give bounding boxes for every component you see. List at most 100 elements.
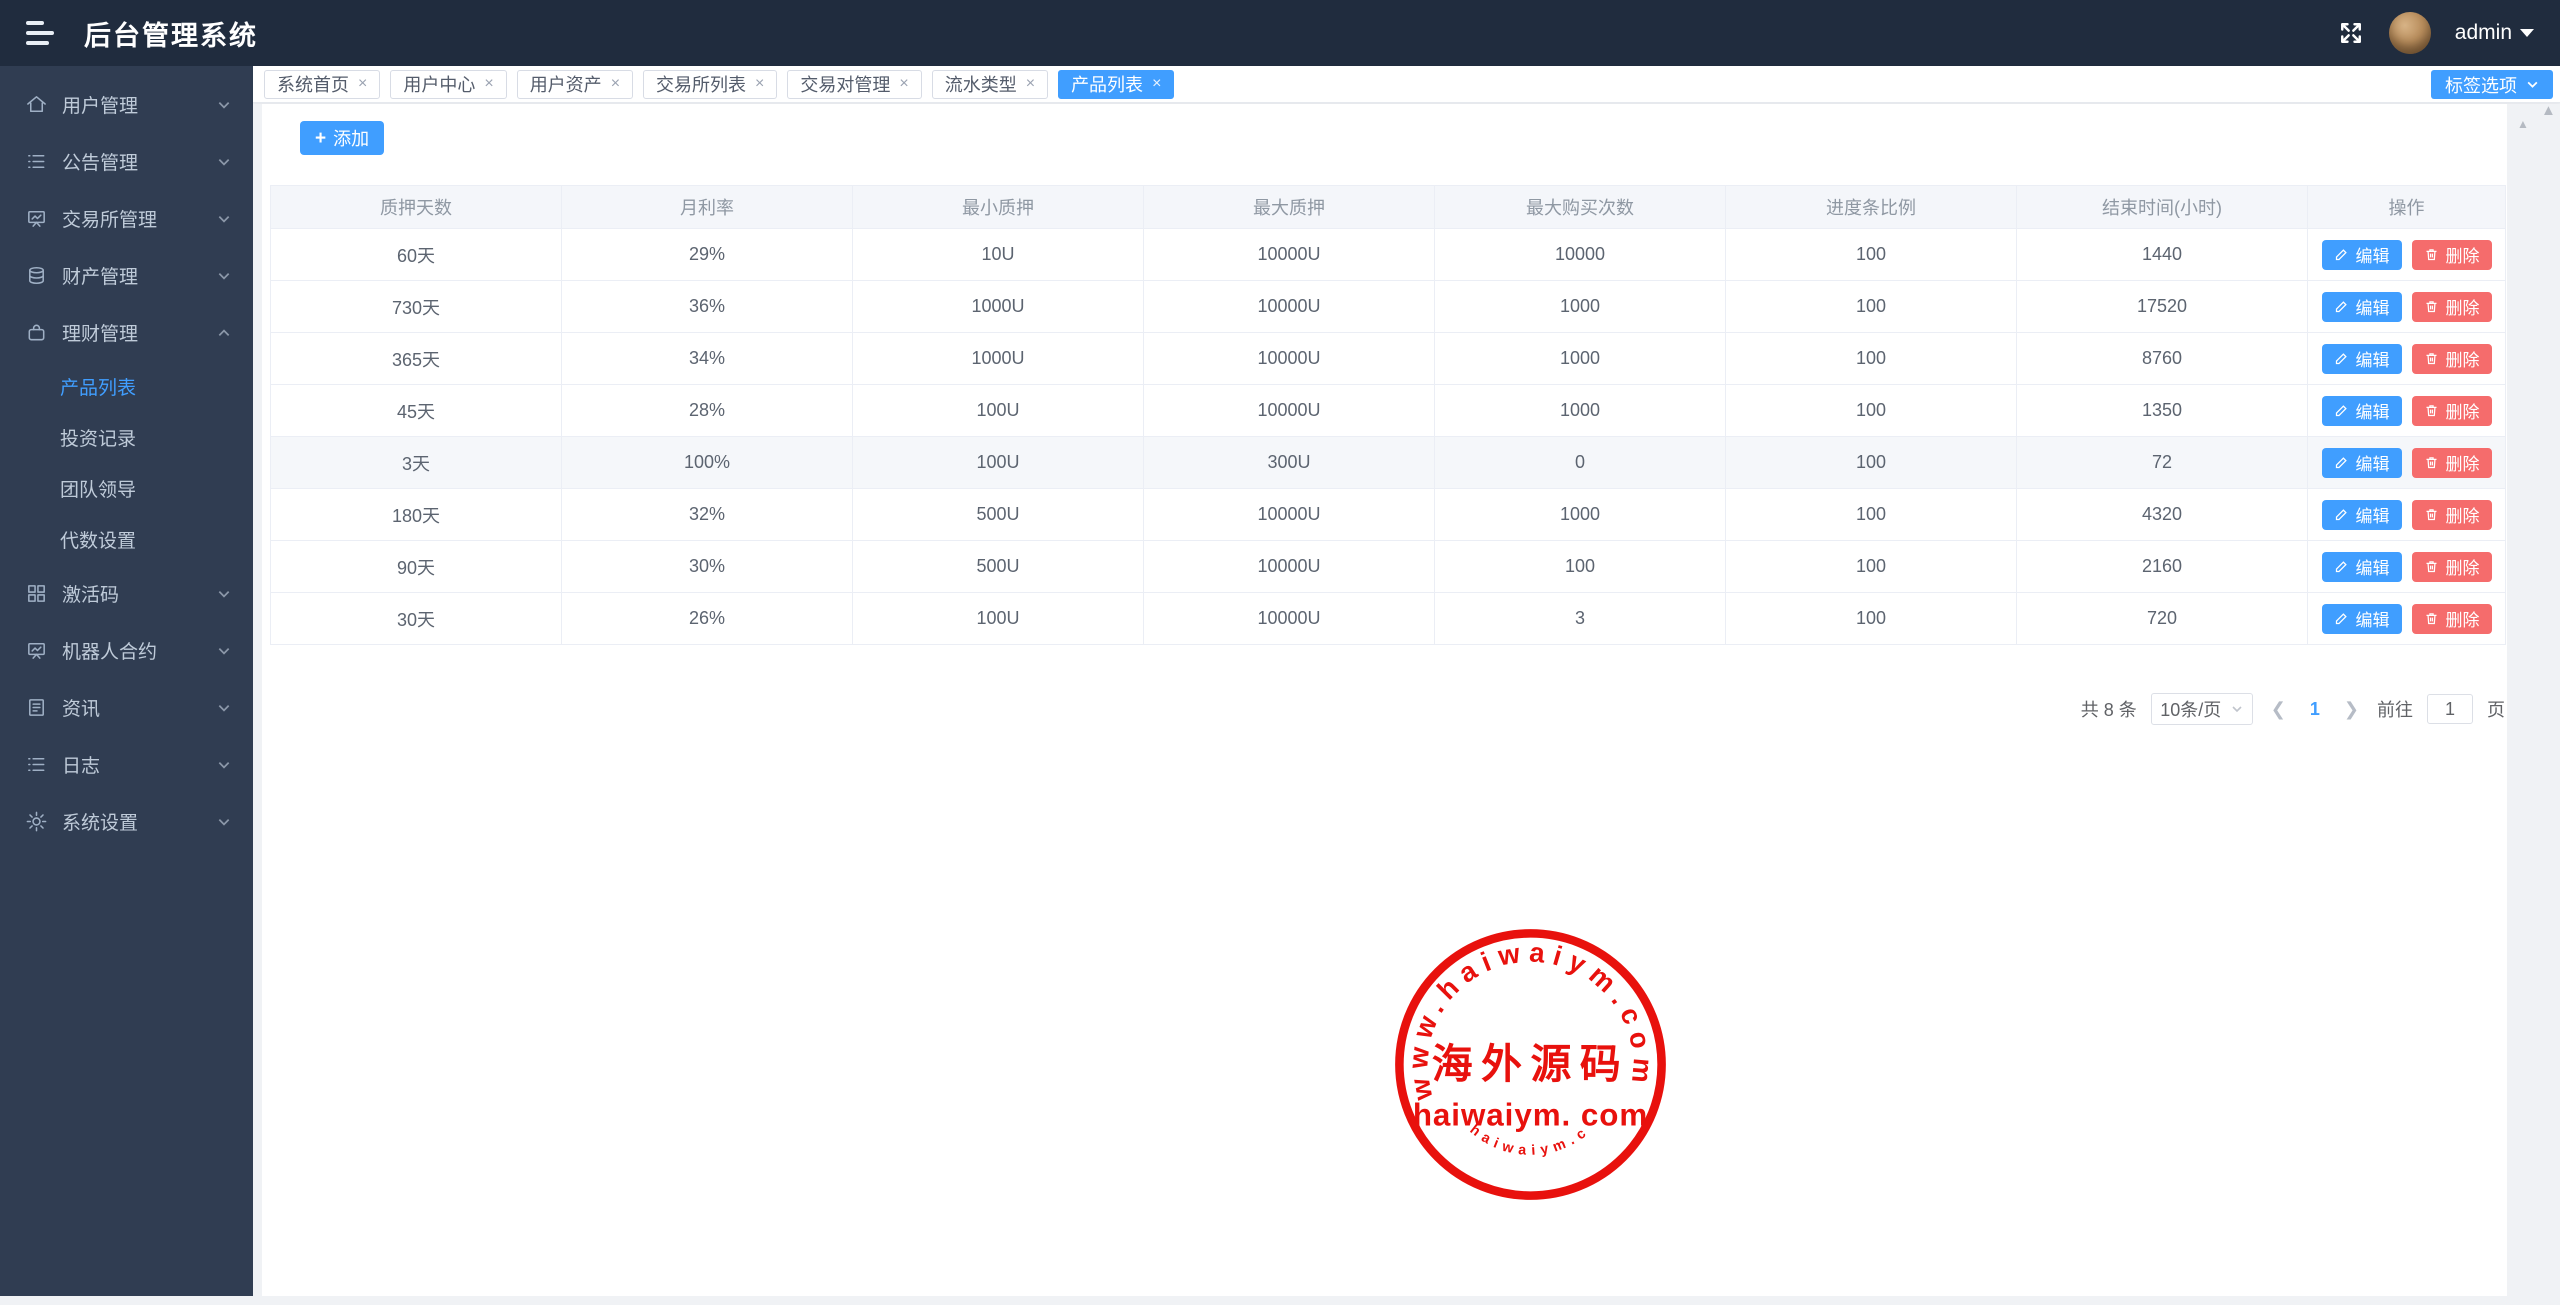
sidebar-item-finance-management[interactable]: 理财管理 bbox=[0, 304, 253, 361]
add-button[interactable]: + 添加 bbox=[300, 121, 384, 155]
sidebar-item-robot-contract[interactable]: 机器人合约 bbox=[0, 622, 253, 679]
page-size-select[interactable]: 10条/页 bbox=[2151, 693, 2253, 725]
edit-button[interactable]: 编辑 bbox=[2322, 604, 2402, 634]
sidebar-item-label: 日志 bbox=[62, 751, 217, 778]
edit-label: 编辑 bbox=[2356, 606, 2390, 631]
delete-button[interactable]: 删除 bbox=[2412, 500, 2492, 530]
edit-button[interactable]: 编辑 bbox=[2322, 240, 2402, 270]
table-row: 90天30%500U10000U1001002160编辑删除 bbox=[271, 541, 2506, 593]
delete-button[interactable]: 删除 bbox=[2412, 292, 2492, 322]
tab-exchange-list[interactable]: 交易所列表 × bbox=[643, 70, 777, 99]
table-cell: 10000U bbox=[1144, 489, 1435, 541]
table-cell: 100 bbox=[1726, 333, 2017, 385]
goto-page-input[interactable] bbox=[2427, 694, 2473, 724]
close-icon[interactable]: × bbox=[1026, 76, 1035, 92]
tabbar: 系统首页×用户中心×用户资产×交易所列表×交易对管理×流水类型×产品列表× 标签… bbox=[253, 66, 2560, 103]
tab-product-list[interactable]: 产品列表× bbox=[1058, 70, 1174, 99]
edit-button[interactable]: 编辑 bbox=[2322, 448, 2402, 478]
caret-down-icon bbox=[2520, 29, 2534, 37]
scroll-up-icon[interactable]: ▲ bbox=[2517, 118, 2529, 130]
column-header: 月利率 bbox=[562, 186, 853, 229]
table-cell: 4320 bbox=[2017, 489, 2308, 541]
table-cell: 720 bbox=[2017, 593, 2308, 645]
close-icon[interactable]: × bbox=[1152, 76, 1161, 92]
delete-button[interactable]: 删除 bbox=[2412, 552, 2492, 582]
sidebar-item-label: 用户管理 bbox=[62, 91, 217, 118]
tab-label: 用户资产 bbox=[530, 71, 602, 97]
edit-label: 编辑 bbox=[2356, 294, 2390, 319]
close-icon[interactable]: × bbox=[611, 76, 620, 92]
home-icon bbox=[25, 93, 48, 116]
sidebar-item-user-management[interactable]: 用户管理 bbox=[0, 76, 253, 133]
sidebar-item-asset-management[interactable]: 财产管理 bbox=[0, 247, 253, 304]
sidebar-item-news[interactable]: 资讯 bbox=[0, 679, 253, 736]
table-cell: 2160 bbox=[2017, 541, 2308, 593]
column-header: 操作 bbox=[2308, 186, 2506, 229]
table-cell: 1000U bbox=[853, 281, 1144, 333]
delete-button[interactable]: 删除 bbox=[2412, 344, 2492, 374]
table-cell: 10U bbox=[853, 229, 1144, 281]
sidebar-item-activation-code[interactable]: 激活码 bbox=[0, 565, 253, 622]
menu-toggle-icon[interactable] bbox=[26, 21, 56, 45]
sidebar-subitem-invest-records[interactable]: 投资记录 bbox=[0, 412, 253, 463]
delete-button[interactable]: 删除 bbox=[2412, 448, 2492, 478]
tab-trade-pair[interactable]: 交易对管理× bbox=[787, 70, 921, 99]
table-row: 60天29%10U10000U100001001440编辑删除 bbox=[271, 229, 2506, 281]
prev-page-button[interactable]: ❮ bbox=[2267, 699, 2290, 720]
tab-home[interactable]: 系统首页× bbox=[264, 70, 380, 99]
sidebar-subitem-product-list[interactable]: 产品列表 bbox=[0, 361, 253, 412]
table-cell: 10000U bbox=[1144, 333, 1435, 385]
tab-user-assets[interactable]: 用户资产 × bbox=[517, 70, 633, 99]
close-icon[interactable]: × bbox=[755, 76, 764, 92]
avatar[interactable] bbox=[2389, 12, 2431, 54]
tag-options-button[interactable]: 标签选项 bbox=[2431, 70, 2553, 99]
edit-button[interactable]: 编辑 bbox=[2322, 292, 2402, 322]
table-cell: 1000 bbox=[1435, 489, 1726, 541]
page-unit-label: 页 bbox=[2487, 696, 2505, 722]
edit-icon bbox=[2334, 611, 2349, 626]
delete-icon bbox=[2424, 455, 2439, 470]
column-header: 质押天数 bbox=[271, 186, 562, 229]
table-cell: 100 bbox=[1726, 541, 2017, 593]
scroll-up-icon[interactable]: ▲ bbox=[2541, 103, 2556, 118]
edit-button[interactable]: 编辑 bbox=[2322, 500, 2402, 530]
goto-label: 前往 bbox=[2377, 696, 2413, 722]
edit-label: 编辑 bbox=[2356, 502, 2390, 527]
edit-button[interactable]: 编辑 bbox=[2322, 396, 2402, 426]
list-icon bbox=[25, 150, 48, 173]
delete-button[interactable]: 删除 bbox=[2412, 240, 2492, 270]
edit-button[interactable]: 编辑 bbox=[2322, 552, 2402, 582]
close-icon[interactable]: × bbox=[899, 76, 908, 92]
column-header: 结束时间(小时) bbox=[2017, 186, 2308, 229]
delete-icon bbox=[2424, 611, 2439, 626]
edit-button[interactable]: 编辑 bbox=[2322, 344, 2402, 374]
sidebar-item-exchange-management[interactable]: 交易所管理 bbox=[0, 190, 253, 247]
sidebar-item-logs[interactable]: 日志 bbox=[0, 736, 253, 793]
plus-icon: + bbox=[315, 129, 326, 148]
tab-label: 交易所列表 bbox=[656, 71, 746, 97]
sidebar-subitem-generation-config[interactable]: 代数设置 bbox=[0, 514, 253, 565]
table-cell: 500U bbox=[853, 489, 1144, 541]
table-cell-operations: 编辑删除 bbox=[2308, 385, 2506, 437]
edit-label: 编辑 bbox=[2356, 554, 2390, 579]
page-number[interactable]: 1 bbox=[2304, 699, 2326, 720]
table-cell: 1000 bbox=[1435, 385, 1726, 437]
sidebar-item-notice-management[interactable]: 公告管理 bbox=[0, 133, 253, 190]
tab-user-center[interactable]: 用户中心× bbox=[390, 70, 506, 99]
sidebar-subitem-team-leader[interactable]: 团队领导 bbox=[0, 463, 253, 514]
delete-button[interactable]: 删除 bbox=[2412, 604, 2492, 634]
edit-label: 编辑 bbox=[2356, 398, 2390, 423]
tab-flow-type[interactable]: 流水类型× bbox=[932, 70, 1048, 99]
table-cell: 90天 bbox=[271, 541, 562, 593]
user-menu[interactable]: admin bbox=[2455, 21, 2534, 45]
content-card: + 添加 质押天数月利率最小质押最大质押最大购买次数进度条比例结束时间(小时)操… bbox=[262, 104, 2507, 1296]
table-cell: 28% bbox=[562, 385, 853, 437]
next-page-button[interactable]: ❯ bbox=[2340, 699, 2363, 720]
sidebar-item-system-settings[interactable]: 系统设置 bbox=[0, 793, 253, 850]
close-icon[interactable]: × bbox=[484, 76, 493, 92]
fullscreen-icon[interactable] bbox=[2337, 19, 2365, 47]
table-cell: 100 bbox=[1435, 541, 1726, 593]
table-cell: 30天 bbox=[271, 593, 562, 645]
delete-button[interactable]: 删除 bbox=[2412, 396, 2492, 426]
close-icon[interactable]: × bbox=[358, 76, 367, 92]
